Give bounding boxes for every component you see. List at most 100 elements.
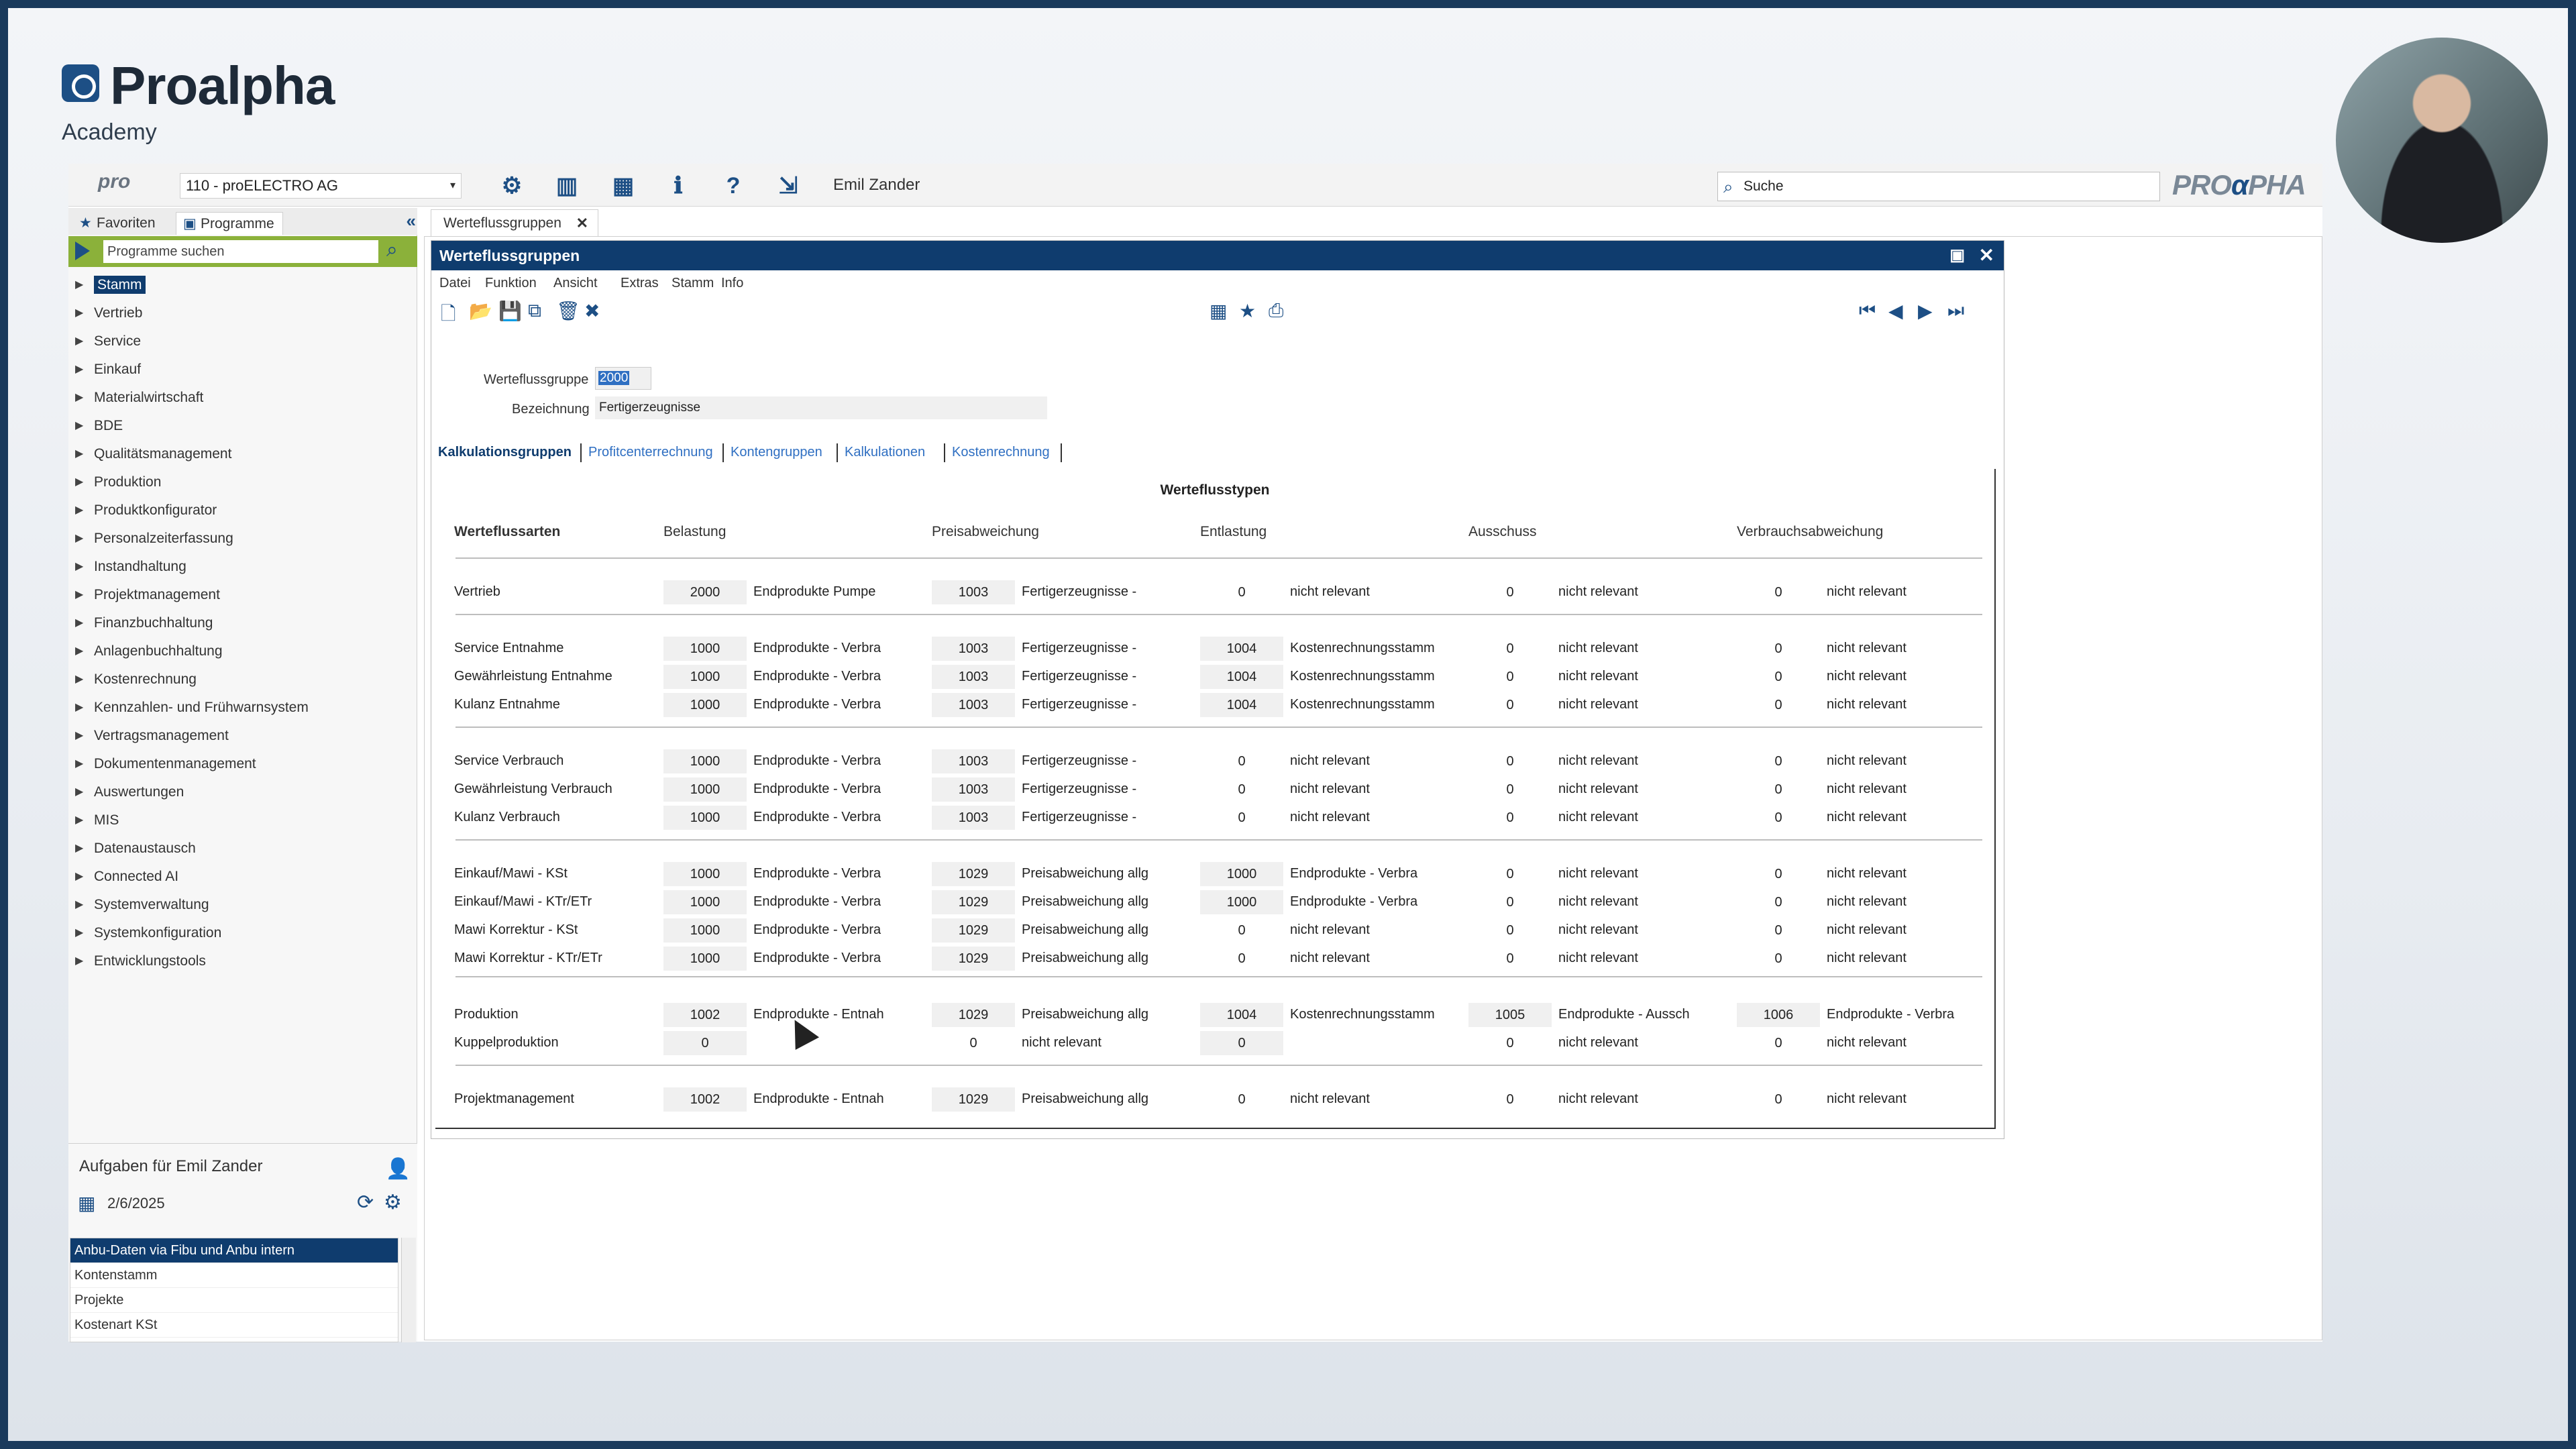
- close-icon[interactable]: ✕: [576, 210, 588, 237]
- expand-icon[interactable]: ▶: [75, 750, 83, 778]
- expand-icon[interactable]: ▶: [75, 468, 83, 496]
- code-field[interactable]: 0: [1737, 777, 1820, 802]
- search-icon[interactable]: ⌕: [386, 239, 398, 262]
- tree-item[interactable]: ▶ Connected AI: [68, 863, 417, 891]
- expand-icon[interactable]: ▶: [75, 947, 83, 975]
- menu-item[interactable]: Ansicht: [553, 276, 598, 291]
- code-field[interactable]: 2000: [663, 580, 747, 604]
- last-icon[interactable]: ⏭: [1947, 300, 1964, 322]
- code-field[interactable]: 1029: [932, 918, 1015, 943]
- expand-icon[interactable]: ▶: [75, 806, 83, 835]
- code-field[interactable]: 0: [1468, 777, 1552, 802]
- tree-item[interactable]: ▶ MIS: [68, 806, 417, 835]
- code-field[interactable]: 1000: [663, 749, 747, 773]
- code-field[interactable]: 1003: [932, 665, 1015, 689]
- expand-icon[interactable]: ▶: [75, 327, 83, 356]
- collapse-panel-icon[interactable]: «: [407, 211, 416, 231]
- tree-item[interactable]: ▶ Systemverwaltung: [68, 891, 417, 919]
- maximize-icon[interactable]: ▣: [1949, 241, 1965, 270]
- menu-item[interactable]: Extras: [621, 276, 659, 291]
- tree-item[interactable]: ▶ Entwicklungstools: [68, 947, 417, 975]
- werteflussgruppe-input[interactable]: 2000: [595, 367, 651, 390]
- expand-icon[interactable]: ▶: [75, 835, 83, 863]
- save-icon[interactable]: 💾: [498, 300, 522, 322]
- code-field[interactable]: 0: [1737, 637, 1820, 661]
- tree-item[interactable]: ▶ Qualitätsmanagement: [68, 440, 417, 468]
- code-field[interactable]: 1000: [663, 693, 747, 717]
- tab-programme[interactable]: ▣ Programme: [176, 212, 283, 235]
- bezeichnung-input[interactable]: Fertigerzeugnisse: [595, 396, 1047, 419]
- expand-icon[interactable]: ▶: [75, 525, 83, 553]
- code-field[interactable]: 1003: [932, 749, 1015, 773]
- code-field[interactable]: 0: [1468, 749, 1552, 773]
- next-icon[interactable]: ▶: [1918, 300, 1933, 322]
- code-field[interactable]: 1005: [1468, 1003, 1552, 1027]
- global-search-input[interactable]: ⌕ Suche: [1717, 172, 2160, 201]
- user-icon[interactable]: 👤: [386, 1157, 411, 1181]
- code-field[interactable]: 0: [1468, 947, 1552, 971]
- expand-icon[interactable]: ▶: [75, 412, 83, 440]
- task-item[interactable]: Kostenart KSt: [70, 1313, 398, 1338]
- tab-werteflussgruppen[interactable]: Werteflussgruppen ✕: [431, 209, 598, 237]
- expand-icon[interactable]: ▶: [75, 440, 83, 468]
- tree-item[interactable]: ▶ Vertrieb: [68, 299, 417, 327]
- expand-icon[interactable]: ▶: [75, 863, 83, 891]
- code-field[interactable]: 0: [1200, 1087, 1283, 1112]
- info-icon[interactable]: ℹ: [664, 172, 692, 200]
- copy-icon[interactable]: ⧉: [528, 300, 541, 322]
- code-field[interactable]: 0: [1468, 693, 1552, 717]
- code-field[interactable]: 0: [1737, 1087, 1820, 1112]
- code-field[interactable]: 1000: [663, 862, 747, 886]
- code-field[interactable]: 1002: [663, 1087, 747, 1112]
- code-field[interactable]: 0: [1200, 749, 1283, 773]
- tree-item[interactable]: ▶ Systemkonfiguration: [68, 919, 417, 947]
- expand-icon[interactable]: ▶: [75, 271, 83, 299]
- company-select[interactable]: 110 - proELECTRO AG ▾: [180, 173, 462, 199]
- help-icon[interactable]: ?: [719, 172, 747, 200]
- columns-icon[interactable]: ▥: [553, 172, 581, 200]
- code-field[interactable]: 0: [1468, 665, 1552, 689]
- prev-icon[interactable]: ◀: [1888, 300, 1903, 322]
- expand-icon[interactable]: ▶: [75, 553, 83, 581]
- code-field[interactable]: 0: [1200, 918, 1283, 943]
- code-field[interactable]: 0: [932, 1031, 1015, 1055]
- code-field[interactable]: 0: [1737, 665, 1820, 689]
- gear-icon[interactable]: ⚙: [384, 1191, 402, 1214]
- code-field[interactable]: 1004: [1200, 1003, 1283, 1027]
- tree-item[interactable]: ▶ Stamm: [68, 271, 417, 299]
- star-icon[interactable]: ★: [1239, 300, 1256, 322]
- code-field[interactable]: 1029: [932, 1087, 1015, 1112]
- play-icon[interactable]: [75, 241, 90, 260]
- code-field[interactable]: 1029: [932, 890, 1015, 914]
- code-field[interactable]: 0: [1200, 947, 1283, 971]
- refresh-icon[interactable]: ⟳: [357, 1191, 374, 1214]
- code-field[interactable]: 0: [1468, 890, 1552, 914]
- menu-item[interactable]: Stamm: [672, 276, 714, 291]
- tree-item[interactable]: ▶ Dokumentenmanagement: [68, 750, 417, 778]
- tree-item[interactable]: ▶ Datenaustausch: [68, 835, 417, 863]
- code-field[interactable]: 1002: [663, 1003, 747, 1027]
- task-item[interactable]: Kontenstamm: [70, 1263, 398, 1288]
- tree-item[interactable]: ▶ Produktkonfigurator: [68, 496, 417, 525]
- code-field[interactable]: 0: [1200, 806, 1283, 830]
- expand-icon[interactable]: ▶: [75, 919, 83, 947]
- expand-icon[interactable]: ▶: [75, 609, 83, 637]
- logout-icon[interactable]: ⇲: [774, 172, 802, 200]
- code-field[interactable]: 1003: [932, 580, 1015, 604]
- expand-icon[interactable]: ▶: [75, 637, 83, 665]
- code-field[interactable]: 1029: [932, 947, 1015, 971]
- tree-item[interactable]: ▶ Vertragsmanagement: [68, 722, 417, 750]
- tab-kalkulationsgruppen[interactable]: Kalkulationsgruppen: [438, 445, 572, 460]
- layout-icon[interactable]: ▦: [609, 172, 637, 200]
- code-field[interactable]: 0: [1468, 1031, 1552, 1055]
- code-field[interactable]: 1000: [663, 890, 747, 914]
- tree-item[interactable]: ▶ Instandhaltung: [68, 553, 417, 581]
- code-field[interactable]: 0: [663, 1031, 747, 1055]
- code-field[interactable]: 1000: [663, 806, 747, 830]
- tree-item[interactable]: ▶ Personalzeiterfassung: [68, 525, 417, 553]
- code-field[interactable]: 0: [1200, 1031, 1283, 1055]
- code-field[interactable]: 1000: [663, 947, 747, 971]
- code-field[interactable]: 0: [1468, 862, 1552, 886]
- code-field[interactable]: 0: [1737, 580, 1820, 604]
- code-field[interactable]: 1000: [1200, 890, 1283, 914]
